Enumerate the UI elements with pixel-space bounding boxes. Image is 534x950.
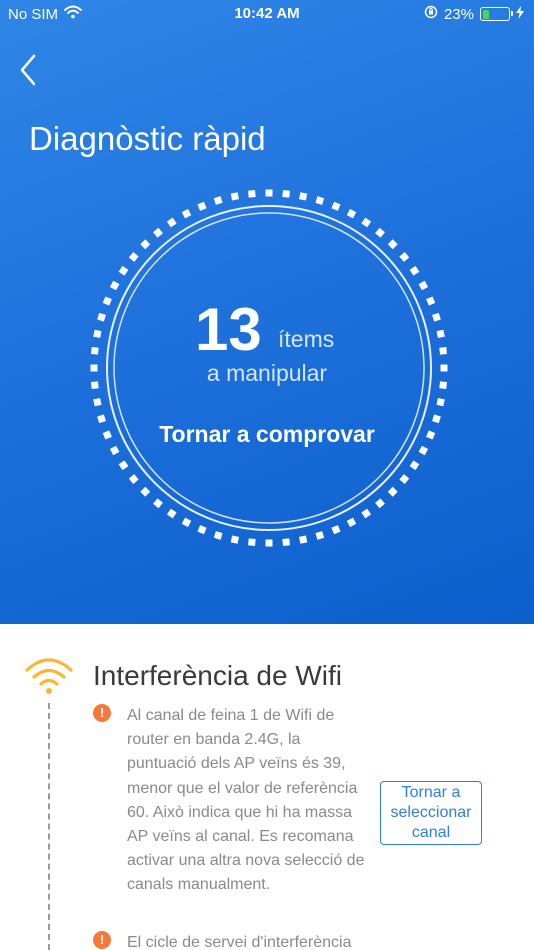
- count-subtitle: a manipular: [206, 360, 328, 386]
- dial-dot: [109, 280, 120, 291]
- dial-dot: [436, 329, 445, 338]
- alert-icon: !: [93, 931, 111, 949]
- dial-dot: [346, 208, 357, 219]
- dial-dot: [299, 535, 308, 544]
- dial-dot: [315, 531, 325, 540]
- dial-dot: [197, 525, 207, 535]
- chevron-left-icon: [20, 54, 36, 86]
- dial-dot: [166, 508, 177, 519]
- dial-dot: [97, 312, 106, 322]
- dial-dot: [331, 525, 341, 535]
- dial-dot: [346, 517, 357, 528]
- dial-dot: [361, 217, 372, 228]
- dial-dot: [128, 474, 139, 484]
- dial-dot: [436, 398, 445, 407]
- issue-description: El cicle de servei d'interferència: [127, 934, 352, 950]
- dial-dot: [153, 498, 163, 509]
- dial-dot: [230, 192, 239, 201]
- back-button[interactable]: [14, 50, 44, 90]
- timeline-line: [48, 703, 50, 950]
- page-title: Diagnòstic ràpid: [29, 120, 266, 157]
- issue-count: 13: [195, 296, 262, 363]
- charging-bolt-icon: [516, 5, 524, 23]
- dial-dot: [230, 535, 239, 544]
- dial-dot: [265, 189, 273, 197]
- dial-dot: [213, 531, 223, 540]
- dial-dot: [375, 227, 385, 238]
- dial-dot: [213, 196, 223, 205]
- orientation-lock-icon: [424, 5, 438, 23]
- battery-icon: [480, 7, 513, 21]
- dial-dot: [181, 208, 192, 219]
- alert-icon: !: [93, 704, 111, 722]
- dial-dot: [331, 201, 341, 211]
- dial-dot: [248, 190, 256, 198]
- dial-dot: [91, 347, 99, 355]
- dial-dot: [102, 296, 112, 306]
- dial-dot: [118, 460, 129, 471]
- dial-dot: [387, 486, 398, 497]
- dial-dot: [418, 280, 429, 291]
- dial-dot: [265, 539, 273, 547]
- count-unit: ítems: [278, 326, 335, 352]
- dial-dot: [426, 296, 436, 306]
- dial-dot: [282, 190, 290, 198]
- battery-level: [482, 9, 489, 19]
- dial-dot: [387, 239, 398, 250]
- battery-percent: 23%: [443, 5, 474, 23]
- dial-dot: [409, 265, 420, 276]
- dial-dot: [93, 329, 102, 338]
- dial-dot: [375, 498, 385, 509]
- dial-dot: [432, 312, 441, 322]
- dial-dot: [166, 217, 177, 228]
- diagnostic-hero: No SIM 10:42 AM 23% Diagnòstic ràpid 13 …: [0, 0, 534, 624]
- dial-dot: [181, 517, 192, 528]
- status-right: 23%: [424, 5, 524, 23]
- status-bar: No SIM 10:42 AM 23%: [0, 0, 534, 28]
- dial-dot: [93, 398, 102, 407]
- issue-description: Al canal de feina 1 de Wifi de router en…: [127, 707, 365, 894]
- dial-dot: [361, 508, 372, 519]
- dial-dot: [409, 460, 420, 471]
- section-title: Interferència de Wifi: [93, 660, 342, 691]
- dial-dot: [248, 538, 256, 546]
- dial-dot: [399, 474, 410, 484]
- reselect-channel-button[interactable]: Tornar a seleccionar canal: [380, 781, 482, 845]
- dial-dot: [153, 227, 163, 238]
- dial-dot: [299, 192, 308, 201]
- dial-dot: [439, 347, 447, 355]
- wifi-icon: [24, 656, 74, 698]
- dial-dot: [118, 265, 129, 276]
- dial-dot: [197, 201, 207, 211]
- dial-dot: [282, 538, 290, 546]
- dial-dot: [140, 486, 151, 497]
- dial-dot: [128, 252, 139, 262]
- dial-dot: [399, 252, 410, 262]
- recheck-button[interactable]: Tornar a comprovar: [0, 421, 534, 448]
- dial-dot: [315, 196, 325, 205]
- dial-dot: [140, 239, 151, 250]
